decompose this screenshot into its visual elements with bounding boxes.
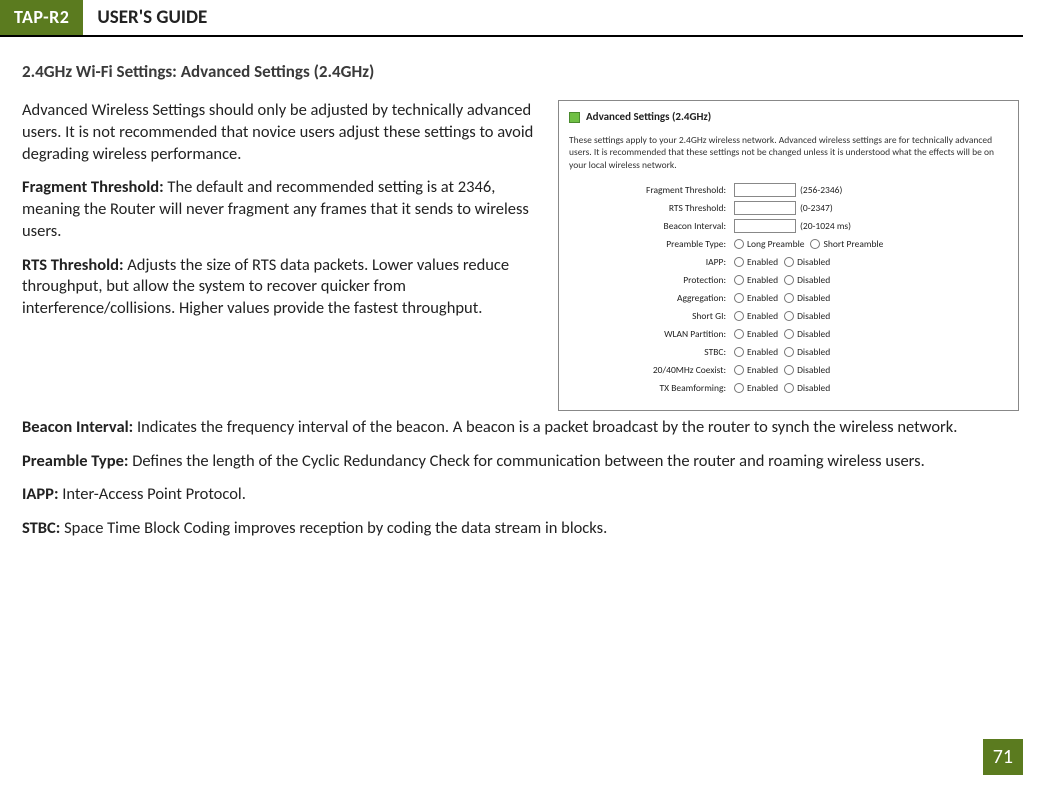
row-tx-beamforming: TX Beamforming: Enabled Disabled <box>569 380 1008 397</box>
coexist-enabled-radio[interactable]: Enabled <box>734 363 778 377</box>
preamble-paragraph: Preamble Type: Defines the length of the… <box>22 451 1019 473</box>
page-content: 2.4GHz Wi-Fi Settings: Advanced Settings… <box>0 37 1041 540</box>
iapp-enabled-radio[interactable]: Enabled <box>734 255 778 269</box>
row-coexist: 20/40MHz Coexist: Enabled Disabled <box>569 362 1008 379</box>
settings-panel-screenshot: Advanced Settings (2.4GHz) These setting… <box>558 100 1019 411</box>
rts-paragraph: RTS Threshold: Adjusts the size of RTS d… <box>22 255 540 320</box>
row-protection: Protection: Enabled Disabled <box>569 272 1008 289</box>
stbc-paragraph: STBC: Space Time Block Coding improves r… <box>22 518 1019 540</box>
shortgi-disabled-radio[interactable]: Disabled <box>784 309 830 323</box>
doc-title: USER'S GUIDE <box>83 0 221 35</box>
row-rts-threshold: RTS Threshold: (0-2347) <box>569 200 1008 217</box>
aggregation-disabled-radio[interactable]: Disabled <box>784 291 830 305</box>
fragment-threshold-input[interactable] <box>734 183 796 197</box>
body-text-full: Beacon Interval: Indicates the frequency… <box>22 417 1019 540</box>
body-text-left: Advanced Wireless Settings should only b… <box>22 100 540 332</box>
page-number: 71 <box>983 739 1023 775</box>
row-beacon-interval: Beacon Interval: (20-1024 ms) <box>569 218 1008 235</box>
beacon-paragraph: Beacon Interval: Indicates the frequency… <box>22 417 1019 439</box>
wlan-disabled-radio[interactable]: Disabled <box>784 327 830 341</box>
fragment-paragraph: Fragment Threshold: The default and reco… <box>22 177 540 242</box>
row-stbc: STBC: Enabled Disabled <box>569 344 1008 361</box>
iapp-paragraph: IAPP: Inter-Access Point Protocol. <box>22 484 1019 506</box>
panel-description: These settings apply to your 2.4GHz wire… <box>569 134 1008 172</box>
preamble-long-radio[interactable]: Long Preamble <box>734 237 804 251</box>
panel-indicator-icon <box>569 112 580 123</box>
shortgi-enabled-radio[interactable]: Enabled <box>734 309 778 323</box>
row-short-gi: Short GI: Enabled Disabled <box>569 308 1008 325</box>
row-iapp: IAPP: Enabled Disabled <box>569 254 1008 271</box>
row-preamble-type: Preamble Type: Long Preamble Short Pream… <box>569 236 1008 253</box>
protection-disabled-radio[interactable]: Disabled <box>784 273 830 287</box>
intro-paragraph: Advanced Wireless Settings should only b… <box>22 100 540 165</box>
coexist-disabled-radio[interactable]: Disabled <box>784 363 830 377</box>
stbc-disabled-radio[interactable]: Disabled <box>784 345 830 359</box>
product-badge: TAP-R2 <box>0 0 83 35</box>
preamble-short-radio[interactable]: Short Preamble <box>810 237 883 251</box>
row-aggregation: Aggregation: Enabled Disabled <box>569 290 1008 307</box>
aggregation-enabled-radio[interactable]: Enabled <box>734 291 778 305</box>
txbf-disabled-radio[interactable]: Disabled <box>784 381 830 395</box>
panel-title: Advanced Settings (2.4GHz) <box>586 109 711 126</box>
wlan-enabled-radio[interactable]: Enabled <box>734 327 778 341</box>
protection-enabled-radio[interactable]: Enabled <box>734 273 778 287</box>
row-fragment-threshold: Fragment Threshold: (256-2346) <box>569 182 1008 199</box>
stbc-enabled-radio[interactable]: Enabled <box>734 345 778 359</box>
txbf-enabled-radio[interactable]: Enabled <box>734 381 778 395</box>
row-wlan-partition: WLAN Partition: Enabled Disabled <box>569 326 1008 343</box>
header: TAP-R2 USER'S GUIDE <box>0 0 1023 37</box>
beacon-interval-input[interactable] <box>734 219 796 233</box>
section-heading: 2.4GHz Wi-Fi Settings: Advanced Settings… <box>22 61 1019 82</box>
rts-threshold-input[interactable] <box>734 201 796 215</box>
iapp-disabled-radio[interactable]: Disabled <box>784 255 830 269</box>
